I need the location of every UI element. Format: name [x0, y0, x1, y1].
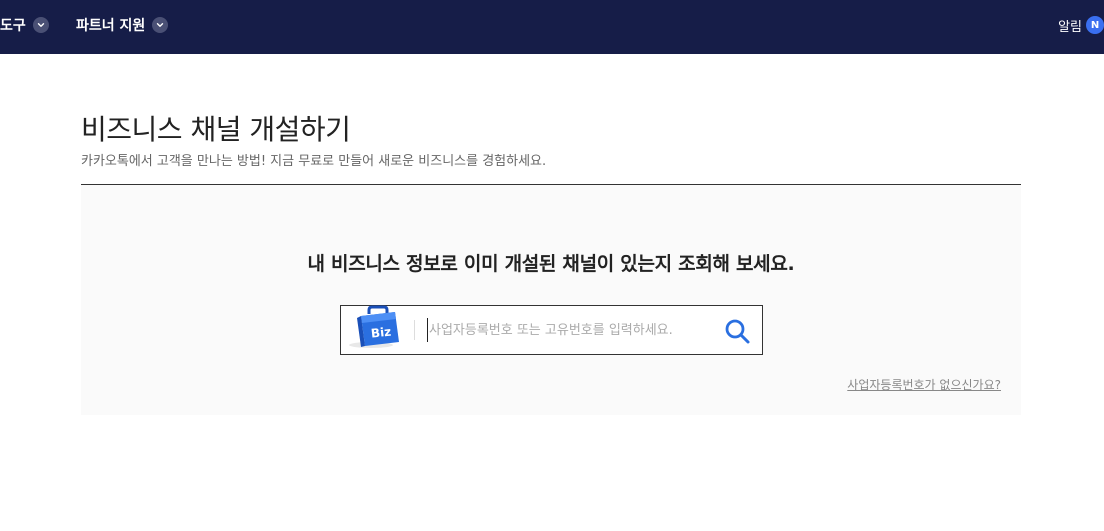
- top-navigation-bar: 도구 파트너 지원 알림 N: [0, 0, 1104, 54]
- biz-briefcase-icon: Biz: [349, 305, 399, 348]
- chevron-down-icon: [152, 17, 169, 33]
- nav-partner-label: 파트너 지원: [76, 18, 146, 34]
- business-number-input[interactable]: [427, 318, 707, 342]
- search-button[interactable]: [723, 317, 751, 345]
- notifications-button[interactable]: 알림 N: [1058, 15, 1104, 35]
- notifications-label: 알림: [1058, 19, 1082, 35]
- nav-partner-support-menu[interactable]: 파트너 지원: [76, 15, 169, 35]
- no-business-number-link[interactable]: 사업자등록번호가 없으신가요?: [847, 376, 1001, 393]
- chevron-down-icon: [32, 17, 49, 33]
- channel-lookup-panel: 내 비즈니스 정보로 이미 개설된 채널이 있는지 조회해 보세요. Biz 사…: [81, 185, 1021, 415]
- business-number-search-box: Biz: [340, 305, 763, 355]
- page-title: 비즈니스 채널 개설하기: [81, 113, 351, 146]
- notification-new-badge: N: [1086, 16, 1104, 34]
- search-separator: [414, 320, 415, 340]
- nav-tools-label: 도구: [0, 18, 26, 34]
- lookup-heading: 내 비즈니스 정보로 이미 개설된 채널이 있는지 조회해 보세요.: [307, 253, 795, 275]
- biz-logo-text: Biz: [370, 325, 392, 341]
- page-subtitle: 카카오톡에서 고객을 만나는 방법! 지금 무료로 만들어 새로운 비즈니스를 …: [81, 154, 547, 169]
- search-icon: [725, 319, 750, 344]
- nav-tools-menu[interactable]: 도구: [0, 15, 49, 35]
